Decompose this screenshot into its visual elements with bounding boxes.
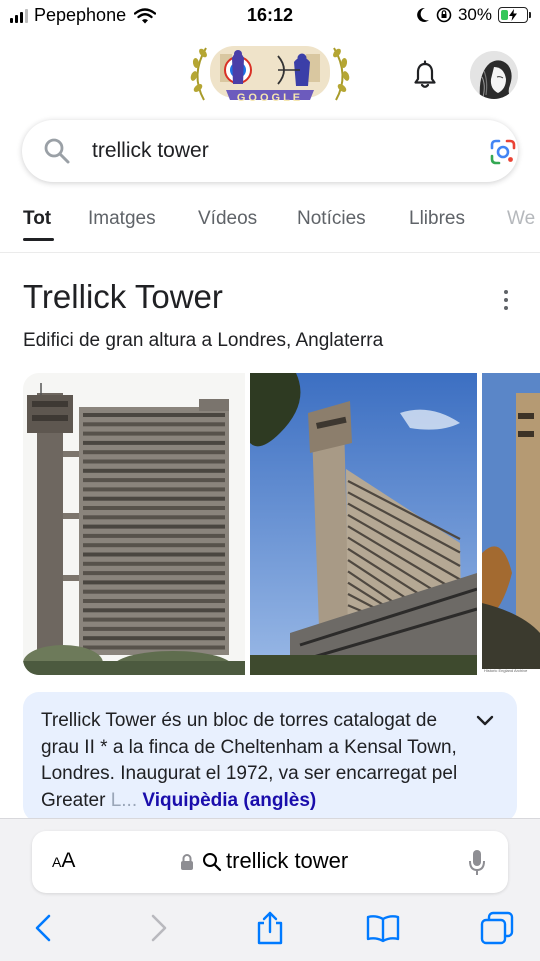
search-box[interactable]: trellick tower xyxy=(22,120,518,182)
safari-bottom-bar: AA trellick tower xyxy=(0,818,540,961)
google-doodle-logo[interactable]: GOOGLE xyxy=(186,40,354,110)
doodle-wordmark: GOOGLE xyxy=(236,92,304,104)
tab-noticies[interactable]: Notícies xyxy=(297,208,366,230)
carousel-image[interactable] xyxy=(23,373,245,675)
address-bar[interactable]: AA trellick tower xyxy=(32,831,508,893)
notifications-bell-icon[interactable] xyxy=(410,60,440,90)
tab-tot[interactable]: Tot xyxy=(23,208,51,230)
tab-videos[interactable]: Vídeos xyxy=(198,208,257,230)
tabs-icon[interactable] xyxy=(480,911,514,945)
search-icon xyxy=(203,853,222,872)
google-lens-icon[interactable] xyxy=(488,137,518,167)
battery-charging-icon xyxy=(498,7,531,23)
search-icon xyxy=(44,138,70,164)
carousel-image[interactable] xyxy=(250,373,477,675)
tab-web[interactable]: We xyxy=(507,208,535,230)
image-carousel[interactable]: Historic England Archive xyxy=(23,373,540,675)
back-icon[interactable] xyxy=(27,911,61,945)
carousel-image[interactable]: Historic England Archive xyxy=(482,373,540,675)
more-options-icon[interactable] xyxy=(502,290,510,314)
bookmarks-icon[interactable] xyxy=(366,911,400,945)
active-tab-indicator xyxy=(23,238,54,241)
do-not-disturb-moon-icon xyxy=(417,7,429,22)
tab-imatges[interactable]: Imatges xyxy=(88,208,156,230)
description-card[interactable]: Trellick Tower és un bloc de torres cata… xyxy=(23,692,517,822)
share-icon[interactable] xyxy=(253,911,287,945)
account-avatar[interactable] xyxy=(470,51,518,99)
lock-icon xyxy=(181,854,193,870)
text-size-button[interactable]: AA xyxy=(52,849,75,873)
forward-icon[interactable] xyxy=(141,911,175,945)
battery-percent: 30% xyxy=(457,5,492,24)
knowledge-panel-title: Trellick Tower xyxy=(23,278,223,315)
photo-caption: Historic England Archive xyxy=(484,668,528,673)
status-bar: Pepephone 16:12 30% xyxy=(0,0,540,32)
status-right: 30% xyxy=(416,5,531,25)
chevron-down-icon[interactable] xyxy=(475,710,495,730)
description-text: Trellick Tower és un bloc de torres cata… xyxy=(41,708,467,814)
knowledge-panel-subtitle: Edifici de gran altura a Londres, Anglat… xyxy=(23,330,384,351)
search-query[interactable]: trellick tower xyxy=(92,139,209,163)
microphone-icon[interactable] xyxy=(468,849,486,877)
search-tabs: Tot Imatges Vídeos Notícies Llibres We xyxy=(0,196,540,253)
description-truncated: L... xyxy=(110,789,138,811)
wikipedia-source-link[interactable]: Viquipèdia (anglès) xyxy=(142,790,316,811)
address-text[interactable]: trellick tower xyxy=(226,848,348,874)
tab-llibres[interactable]: Llibres xyxy=(409,208,465,230)
orientation-lock-icon xyxy=(436,7,452,23)
